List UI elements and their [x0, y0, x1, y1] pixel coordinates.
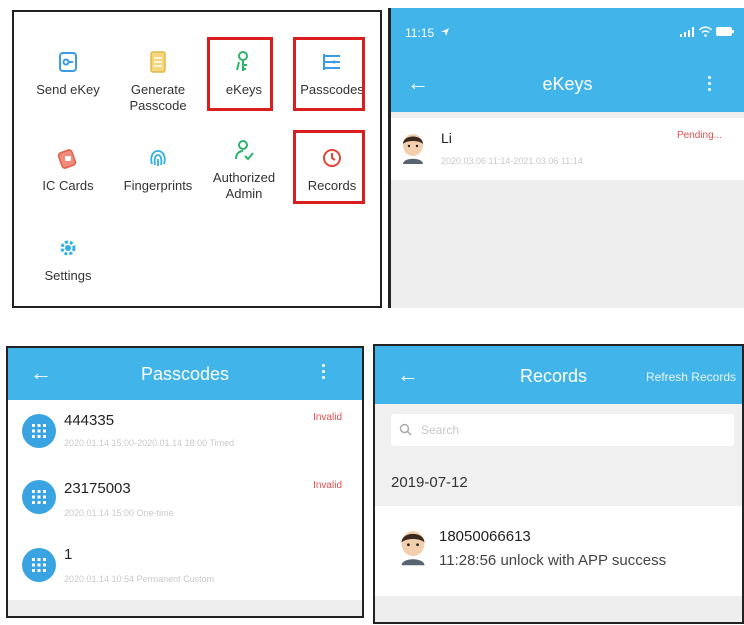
passcode-value: 444335 — [64, 412, 115, 429]
date-header: 2019-07-12 — [375, 464, 742, 506]
menu-label: Authorized — [212, 170, 276, 185]
date-header-label: 2019-07-12 — [391, 474, 468, 491]
record-user: 18050066613 — [439, 528, 531, 545]
passcode-detail: 2020.01.14 15:00 One-time — [64, 508, 174, 518]
search-input[interactable]: Search — [391, 414, 734, 446]
menu-item-generate-passcode[interactable]: Generate Passcode — [118, 50, 198, 114]
user-avatar-icon — [401, 531, 425, 566]
send-ekey-icon — [59, 52, 77, 72]
settings-icon — [60, 240, 76, 256]
battery-icon — [716, 27, 734, 36]
passcode-value: 1 — [64, 546, 73, 563]
highlight-box-records — [293, 130, 365, 204]
location-arrow-icon — [441, 28, 449, 36]
passcode-value: 23175003 — [64, 480, 131, 497]
highlight-box-ekeys — [207, 37, 273, 111]
feature-menu-panel: Send eKey Generate Passcode eKeys Passco… — [12, 10, 382, 308]
ekey-validity-period: 2020.03.06 11:14-2021.03.06 11:14 — [441, 156, 583, 166]
passcode-list-item[interactable]: 23175003 Invalid 2020.01.14 15:00 One-ti… — [8, 466, 362, 532]
menu-label: Admin — [225, 186, 263, 201]
keypad-icon — [22, 414, 56, 448]
user-avatar-icon — [403, 134, 423, 164]
ekey-status: Pending... — [676, 130, 722, 141]
list-background — [375, 596, 742, 622]
passcode-list-item[interactable]: 444335 Invalid 2020.01.14 15:00-2020.01.… — [8, 400, 362, 466]
passcode-detail: 2020.01.14 15:00-2020.01.14 18:00 Timed — [64, 438, 235, 448]
wifi-icon — [699, 26, 712, 37]
menu-item-ic-cards[interactable]: IC Cards — [28, 146, 108, 194]
highlight-box-passcodes — [293, 37, 365, 111]
ekey-list-item[interactable]: Li Pending... 2020.03.06 11:14-2021.03.0… — [391, 118, 744, 180]
ic-cards-icon — [57, 149, 77, 169]
record-event: 11:28:56 unlock with APP success — [439, 552, 667, 569]
refresh-records-button[interactable]: Refresh Records — [646, 370, 736, 384]
passcodes-screen: ← Passcodes 444335 Invalid 2020.01.14 15… — [6, 346, 364, 618]
more-menu-icon[interactable] — [708, 76, 712, 94]
authorized-admin-icon — [235, 140, 254, 161]
search-area: Search — [375, 404, 742, 464]
ekeys-app-bar: ← eKeys — [391, 56, 744, 112]
menu-item-send-ekey[interactable]: Send eKey — [28, 50, 108, 98]
fingerprints-icon — [150, 150, 166, 166]
menu-label: IC Cards — [42, 178, 94, 193]
search-placeholder: Search — [421, 423, 460, 437]
ekey-user-name: Li — [441, 130, 452, 146]
menu-item-fingerprints[interactable]: Fingerprints — [118, 146, 198, 194]
passcode-detail: 2020.01.14 10:54 Permanent Custom — [64, 574, 215, 584]
record-list-item[interactable]: 18050066613 11:28:56 unlock with APP suc… — [375, 506, 742, 596]
menu-label: Fingerprints — [123, 178, 193, 193]
keypad-icon — [22, 548, 56, 582]
page-title: Passcodes — [140, 364, 230, 384]
search-icon — [399, 423, 412, 436]
status-bar: 11:15 — [391, 8, 744, 56]
signal-icon — [680, 27, 694, 37]
more-menu-icon[interactable] — [322, 364, 326, 382]
menu-label: Generate — [130, 82, 186, 97]
menu-label: Send eKey — [36, 82, 100, 97]
page-title: eKeys — [542, 74, 593, 94]
menu-label: Settings — [44, 268, 92, 283]
menu-item-authorized-admin[interactable]: Authorized Admin — [204, 138, 284, 202]
passcode-status: Invalid — [313, 480, 342, 491]
menu-item-settings[interactable]: Settings — [28, 236, 108, 284]
passcode-list-item[interactable]: 1 2020.01.14 10:54 Permanent Custom — [8, 532, 362, 600]
status-time: 11:15 — [405, 26, 435, 40]
ekeys-screen: 11:15 ← eKeys Li Pending... 2020.03.06 1… — [388, 8, 744, 308]
passcode-status: Invalid — [313, 412, 342, 423]
list-background — [8, 600, 362, 616]
passcodes-app-bar: ← Passcodes — [8, 348, 362, 400]
records-screen: ← Records Refresh Records Search 2019-07… — [373, 344, 744, 624]
generate-passcode-icon — [150, 51, 166, 73]
keypad-icon — [22, 480, 56, 514]
menu-label: Passcode — [129, 98, 187, 113]
records-app-bar: ← Records Refresh Records — [375, 346, 742, 404]
